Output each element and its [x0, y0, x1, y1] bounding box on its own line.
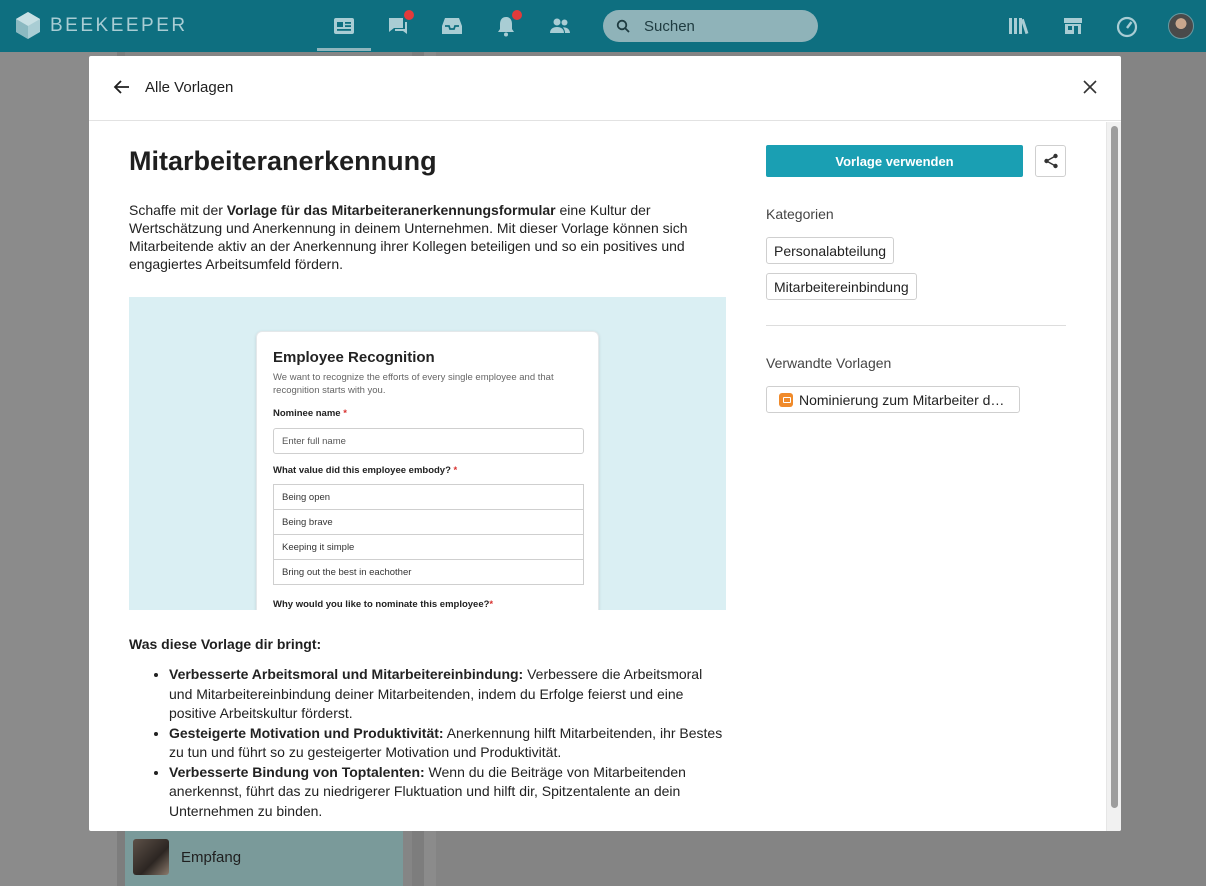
nav-chat-icon[interactable]: [386, 10, 414, 38]
preview-name-input: Enter full name: [273, 428, 584, 454]
active-nav-indicator: [317, 48, 371, 51]
sidebar-item-empfang[interactable]: Empfang: [125, 830, 403, 886]
nav-notifications-icon[interactable]: [494, 10, 522, 38]
preview-form-title: Employee Recognition: [273, 349, 435, 366]
list-item: Verbesserte Bindung von Toptalenten: Wen…: [169, 763, 724, 822]
notifications-dot: [512, 10, 522, 20]
user-avatar[interactable]: [1168, 13, 1194, 39]
sidebar-divider: [766, 325, 1066, 326]
preview-field-label: Nominee name *: [273, 408, 347, 419]
category-tag[interactable]: Mitarbeitereinbindung: [766, 273, 917, 300]
preview-field-label: What value did this employee embody? *: [273, 465, 457, 476]
intro-text-start: Schaffe mit der: [129, 202, 227, 218]
template-preview-image: Employee Recognition We want to recogniz…: [129, 297, 726, 610]
nav-library-icon[interactable]: [1007, 14, 1031, 38]
share-button[interactable]: [1035, 145, 1066, 177]
list-item: Verbesserte Arbeitsmoral und Mitarbeiter…: [169, 665, 724, 724]
required-mark: *: [453, 465, 458, 476]
preview-option: Bring out the best in eachother: [273, 559, 584, 585]
search-icon: [616, 19, 630, 33]
benefits-list: Verbesserte Arbeitsmoral und Mitarbeiter…: [169, 665, 724, 821]
use-template-button[interactable]: Vorlage verwenden: [766, 145, 1023, 177]
close-icon[interactable]: [1081, 78, 1099, 96]
benefit-title: Verbesserte Bindung von Toptalenten:: [169, 763, 425, 780]
preview-option: Keeping it simple: [273, 534, 584, 560]
app-name: BEEKEEPER: [50, 14, 188, 36]
template-detail-modal: Alle Vorlagen Mitarbeiteranerkennung Sch…: [89, 56, 1121, 831]
nav-dashboard-icon[interactable]: [1115, 14, 1139, 38]
preview-field3-label: Why would you like to nominate this empl…: [273, 599, 490, 610]
modal-header: Alle Vorlagen: [89, 56, 1121, 121]
preview-option: Being open: [273, 484, 584, 510]
preview-form-card: Employee Recognition We want to recogniz…: [256, 331, 599, 610]
preview-form-description: We want to recognize the efforts of ever…: [273, 372, 554, 396]
nav-inbox-icon[interactable]: [440, 14, 464, 38]
search-bar[interactable]: Suchen: [603, 10, 818, 42]
modal-scrollbar[interactable]: [1106, 122, 1121, 831]
category-tag[interactable]: Personalabteilung: [766, 237, 895, 264]
preview-field2-label: What value did this employee embody?: [273, 465, 451, 476]
nav-stream-icon[interactable]: [332, 14, 356, 38]
share-icon: [1043, 153, 1058, 169]
categories-label: Kategorien: [766, 206, 834, 222]
empfang-avatar: [133, 839, 169, 875]
search-placeholder: Suchen: [644, 18, 695, 35]
sidebar-item-label: Empfang: [181, 849, 242, 866]
related-template-item[interactable]: Nominierung zum Mitarbeiter des Monats: [766, 386, 1020, 413]
scrollbar-thumb[interactable]: [1111, 126, 1118, 808]
back-to-all-templates-button[interactable]: Alle Vorlagen: [113, 78, 233, 96]
related-templates-label: Verwandte Vorlagen: [766, 355, 892, 371]
back-label: Alle Vorlagen: [145, 78, 234, 96]
chat-notification-dot: [404, 10, 414, 20]
nav-store-icon[interactable]: [1061, 14, 1085, 38]
benefits-heading: Was diese Vorlage dir bringt:: [129, 636, 322, 652]
benefit-title: Verbesserte Arbeitsmoral und Mitarbeiter…: [169, 666, 524, 682]
chat-bubble-icon: [779, 393, 793, 407]
template-intro: Schaffe mit der Vorlage für das Mitarbei…: [129, 201, 704, 273]
top-navigation-bar: BEEKEEPER Suchen: [0, 0, 1206, 52]
related-template-label: Nominierung zum Mitarbeiter des Monats: [799, 392, 1009, 408]
required-mark: *: [489, 599, 494, 610]
nav-people-icon[interactable]: [548, 14, 572, 38]
preview-field-label: Why would you like to nominate this empl…: [273, 599, 493, 610]
preview-option: Being brave: [273, 509, 584, 535]
preview-field1-label: Nominee name: [273, 408, 341, 419]
list-item: Gesteigerte Motivation und Produktivität…: [169, 724, 724, 763]
benefit-title: Gesteigerte Motivation und Produktivität…: [169, 724, 444, 741]
intro-text-bold: Vorlage für das Mitarbeiteranerkennungsf…: [226, 202, 556, 218]
required-mark: *: [343, 408, 347, 419]
template-title: Mitarbeiteranerkennung: [129, 146, 437, 176]
arrow-left-icon: [113, 80, 129, 94]
beekeeper-logo-icon: [16, 12, 40, 39]
preview-options-list: Being open Being brave Keeping it simple…: [273, 484, 584, 585]
app-logo[interactable]: BEEKEEPER: [16, 12, 188, 39]
